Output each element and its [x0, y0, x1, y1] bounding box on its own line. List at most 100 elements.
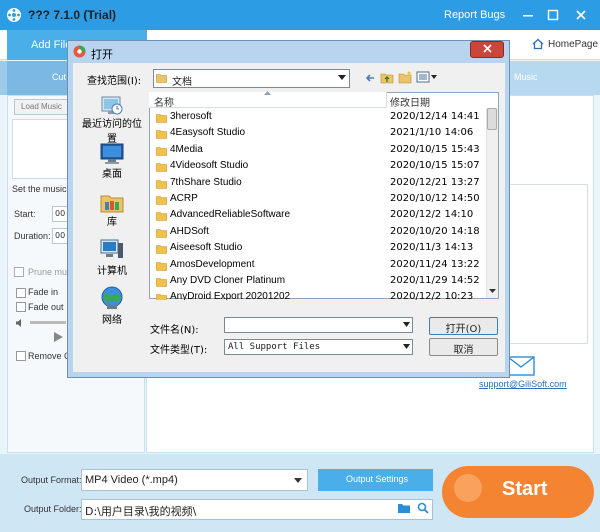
homepage-link[interactable]: HomePage — [548, 39, 598, 50]
output-format-label: Output Format: — [21, 475, 82, 485]
file-name: Aiseesoft Studio — [170, 242, 243, 254]
file-date: 2020/11/29 14:52 — [390, 275, 480, 286]
file-name: AHDSoft — [170, 225, 209, 237]
cancel-button[interactable]: 取消 — [429, 338, 498, 356]
file-row[interactable]: 3herosoft 2020/12/14 14:41 — [150, 110, 486, 126]
file-date: 2020/11/3 14:13 — [390, 242, 474, 254]
duration-field[interactable]: 00 — [52, 228, 68, 244]
minimize-icon[interactable] — [521, 8, 535, 22]
file-row[interactable]: Aiseesoft Studio 2020/11/3 14:13 — [150, 241, 486, 257]
file-type-select[interactable]: All Support Files — [224, 339, 413, 355]
look-in-label: 查找范围(I): — [87, 76, 142, 87]
folder-icon — [156, 146, 167, 156]
volume-slider[interactable] — [30, 321, 66, 324]
home-icon[interactable] — [532, 38, 544, 50]
file-name: 4Videosoft Studio — [170, 160, 249, 172]
remove-original-audio-label: Remove O — [28, 351, 72, 361]
open-button[interactable]: 打开(O) — [429, 317, 498, 335]
file-row[interactable]: AHDSoft 2020/10/20 14:18 — [150, 225, 486, 241]
file-name-input[interactable] — [224, 317, 413, 333]
file-row[interactable]: AdvancedReliableSoftware 2020/12/2 14:10 — [150, 208, 486, 224]
chevron-down-icon[interactable] — [294, 476, 302, 484]
places-sidebar: 最近访问的位置 桌面 库 计算机 网络 — [79, 92, 145, 342]
date-modified-column-header[interactable]: 修改日期 — [390, 94, 430, 109]
file-type-label: 文件类型(T): — [150, 345, 208, 356]
file-name: Any DVD Cloner Platinum — [170, 275, 286, 286]
file-date: 2020/10/15 15:07 — [390, 160, 480, 172]
file-row[interactable]: AmosDevelopment 2020/11/24 13:22 — [150, 258, 486, 274]
fade-in-checkbox[interactable] — [16, 288, 26, 298]
scrollbar-thumb[interactable] — [487, 108, 497, 130]
new-folder-icon[interactable] — [398, 70, 412, 84]
scroll-down-icon[interactable] — [489, 289, 496, 293]
folder-icon — [156, 130, 167, 140]
file-name: 7thShare Studio — [170, 176, 242, 188]
file-date: 2020/12/2 10:23 — [390, 291, 474, 301]
file-name: ACRP — [170, 193, 198, 204]
desktop-icon[interactable] — [99, 141, 125, 167]
file-date: 2020/10/15 15:43 — [390, 143, 480, 155]
up-folder-icon[interactable] — [380, 71, 394, 84]
place-libraries-label[interactable]: 库 — [78, 213, 146, 228]
prune-music-checkbox[interactable] — [14, 267, 24, 277]
file-row[interactable]: 4Easysoft Studio 2021/1/10 14:06 — [150, 126, 486, 142]
folder-icon — [156, 196, 167, 205]
file-date: 2020/12/21 13:27 — [390, 176, 480, 188]
app-small-icon — [73, 45, 86, 58]
view-menu-icon[interactable] — [416, 71, 438, 83]
folder-icon — [156, 228, 167, 238]
play-icon[interactable] — [52, 331, 64, 343]
file-date: 2020/12/2 14:10 — [390, 209, 474, 221]
browse-folder-icon[interactable] — [397, 502, 411, 514]
search-icon[interactable] — [417, 502, 429, 514]
chevron-down-icon[interactable] — [403, 322, 410, 327]
back-arrow-icon[interactable] — [364, 72, 376, 84]
place-desktop-label[interactable]: 桌面 — [78, 165, 146, 180]
file-row[interactable]: AnyDroid Export 20201202 2020/12/2 10:23 — [150, 290, 486, 301]
file-row[interactable]: 4Media 2020/10/15 15:43 — [150, 143, 486, 159]
look-in-select[interactable]: 文档 — [153, 69, 350, 88]
file-row[interactable]: Any DVD Cloner Platinum 2020/11/29 14:52 — [150, 274, 486, 290]
folder-icon — [156, 294, 167, 301]
duration-label: Duration: — [14, 231, 51, 241]
place-computer-label[interactable]: 计算机 — [78, 262, 146, 277]
chevron-down-icon[interactable] — [403, 344, 410, 349]
fade-out-checkbox[interactable] — [16, 302, 26, 312]
output-format-select[interactable]: MP4 Video (*.mp4) — [81, 469, 308, 491]
music-list-box[interactable] — [12, 119, 72, 179]
file-row[interactable]: ACRP 2020/10/12 14:50 — [150, 192, 486, 208]
volume-icon — [16, 319, 21, 327]
output-folder-field[interactable]: D:\用户目录\我的视频\ — [81, 499, 433, 520]
file-name: AnyDroid Export 20201202 — [170, 291, 291, 301]
folder-icon — [156, 163, 167, 172]
support-email-link[interactable]: support@GiliSoft.com — [479, 379, 567, 389]
file-date: 2020/10/12 14:50 — [390, 193, 480, 204]
report-bugs-link[interactable]: Report Bugs — [444, 9, 505, 21]
start-time-field[interactable]: 00 — [52, 206, 68, 222]
close-icon[interactable] — [574, 8, 588, 22]
place-network-label[interactable]: 网络 — [78, 311, 146, 326]
folder-icon — [156, 261, 167, 271]
file-list-scrollbar[interactable] — [486, 108, 498, 298]
film-reel-logo-icon — [7, 8, 21, 22]
file-name: 4Media — [170, 143, 203, 155]
file-row[interactable]: 4Videosoft Studio 2020/10/15 15:07 — [150, 159, 486, 175]
file-name: AdvancedReliableSoftware — [170, 209, 291, 221]
name-column-header-label: 名称 — [154, 98, 174, 109]
remove-original-audio-checkbox[interactable] — [16, 351, 26, 361]
dialog-title: 打开 — [91, 48, 113, 61]
file-name: 3herosoft — [170, 111, 212, 122]
file-date: 2020/11/24 13:22 — [390, 258, 480, 270]
start-time-label: Start: — [14, 209, 36, 219]
start-button-icon — [454, 474, 482, 502]
maximize-icon[interactable] — [546, 8, 560, 22]
prune-music-label: Prune mus — [28, 267, 72, 277]
mail-icon[interactable] — [507, 356, 535, 376]
file-row[interactable]: 7thShare Studio 2020/12/21 13:27 — [150, 176, 486, 192]
documents-folder-icon — [156, 74, 167, 83]
network-icon[interactable] — [99, 285, 125, 311]
computer-icon[interactable] — [99, 237, 125, 263]
chevron-down-icon[interactable] — [338, 75, 346, 81]
output-settings-button[interactable]: Output Settings — [318, 469, 433, 491]
load-music-button[interactable]: Load Music — [14, 99, 70, 115]
